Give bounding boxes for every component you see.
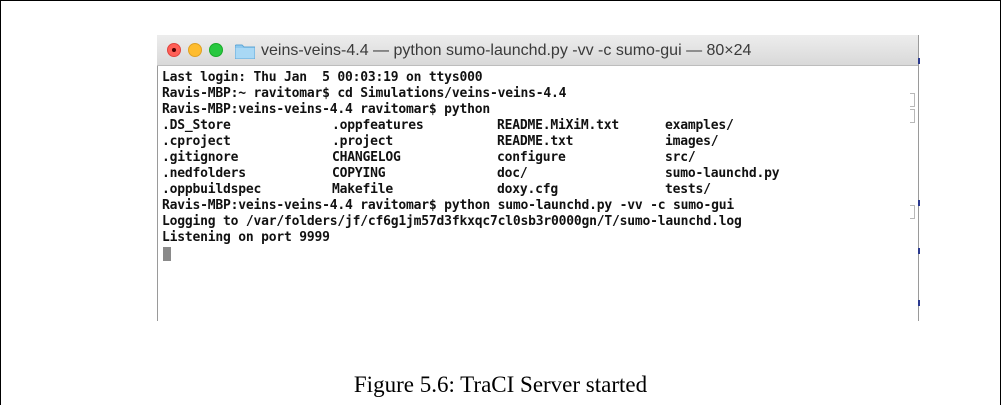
terminal-line: Ravis-MBP:veins-veins-4.4 ravitomar$ pyt… [162, 102, 490, 117]
listing-entry: src/ [665, 150, 696, 165]
line-mark [910, 109, 915, 123]
listing-entry: .oppbuildspec [162, 182, 262, 197]
window-right-edge [918, 35, 919, 321]
terminal-line: Listening on port 9999 [162, 230, 330, 245]
listing-entry: .gitignore [162, 150, 239, 165]
listing-entry: README.MiXiM.txt [497, 118, 620, 133]
listing-entry: .nedfolders [162, 166, 246, 181]
window-title: veins-veins-4.4 — python sumo-launchd.py… [261, 42, 752, 59]
listing-entry: .project [332, 134, 394, 149]
listing-entry: README.txt [497, 134, 574, 149]
edge-tick [918, 248, 920, 254]
listing-entry: .cproject [162, 134, 231, 149]
listing-entry: .DS_Store [162, 118, 231, 133]
window-titlebar[interactable]: veins-veins-4.4 — python sumo-launchd.py… [157, 35, 919, 66]
minimize-button[interactable] [188, 43, 202, 57]
text-cursor [163, 247, 171, 261]
window-left-edge [157, 66, 158, 321]
listing-entry: doxy.cfg [497, 182, 559, 197]
terminal-line: Last login: Thu Jan 5 00:03:19 on ttys00… [162, 70, 483, 85]
close-button[interactable] [167, 43, 181, 57]
listing-entry: .oppfeatures [332, 118, 424, 133]
listing-entry: doc/ [497, 166, 528, 181]
edge-tick [918, 300, 920, 306]
listing-entry: examples/ [665, 118, 734, 133]
edge-tick [918, 58, 920, 64]
terminal-line: Ravis-MBP:veins-veins-4.4 ravitomar$ pyt… [162, 198, 734, 213]
terminal-output[interactable]: Last login: Thu Jan 5 00:03:19 on ttys00… [157, 66, 919, 321]
listing-entry: images/ [665, 134, 719, 149]
figure-caption: Figure 5.6: TraCI Server started [353, 372, 648, 397]
listing-entry: Makefile [332, 182, 394, 197]
folder-icon [235, 44, 255, 59]
terminal-window: veins-veins-4.4 — python sumo-launchd.py… [157, 35, 919, 321]
line-mark [910, 205, 915, 219]
listing-entry: CHANGELOG [332, 150, 401, 165]
edge-tick [918, 200, 920, 206]
listing-entry: configure [497, 150, 566, 165]
listing-entry: sumo-launchd.py [665, 166, 780, 181]
listing-entry: COPYING [332, 166, 386, 181]
zoom-button[interactable] [209, 43, 223, 57]
listing-entry: tests/ [665, 182, 711, 197]
line-mark [910, 93, 915, 107]
terminal-line: Ravis-MBP:~ ravitomar$ cd Simulations/ve… [162, 86, 567, 101]
terminal-line: Logging to /var/folders/jf/cf6g1jm57d3fk… [162, 214, 742, 229]
